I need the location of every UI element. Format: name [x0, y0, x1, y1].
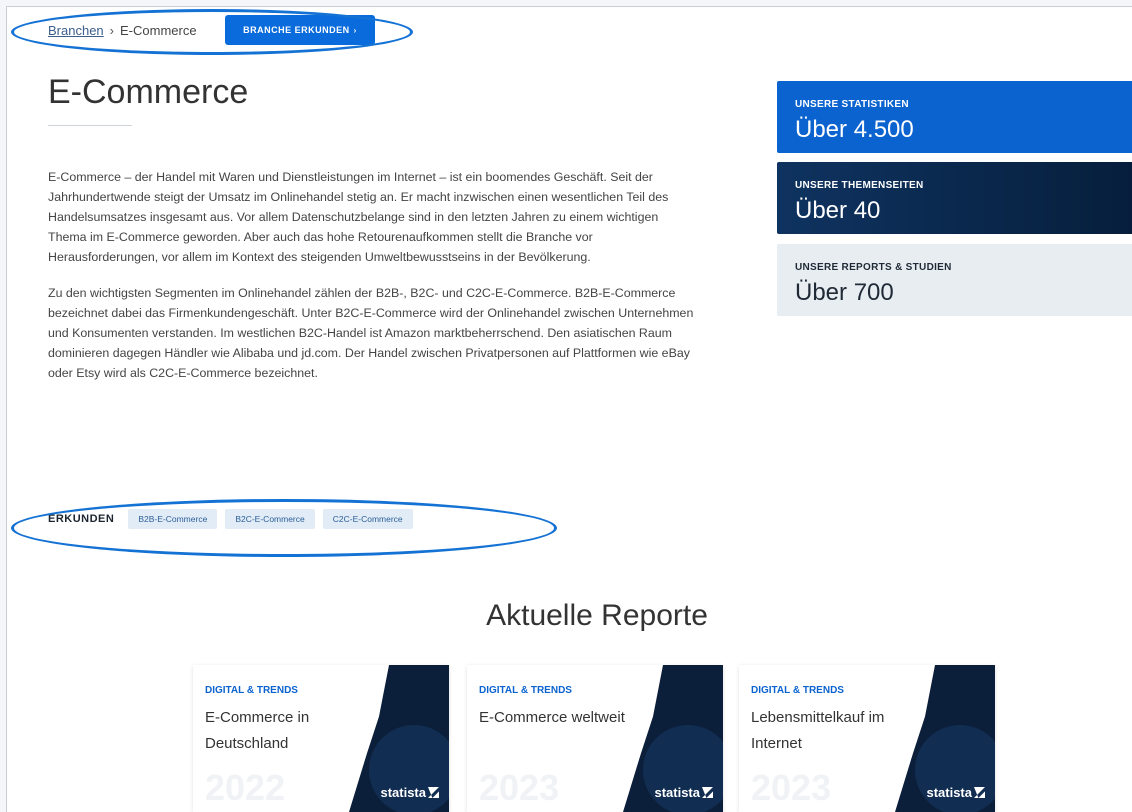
brand-label: statista: [654, 785, 700, 800]
breadcrumb-separator: ›: [109, 23, 114, 38]
report-title: E-Commerce in Deutschland: [205, 709, 310, 752]
stat-value: Über 700: [795, 279, 894, 306]
stat-label: UNSERE REPORTS & STUDIEN: [795, 262, 952, 273]
brand-label: statista: [926, 785, 972, 800]
report-year: 2023: [479, 767, 560, 808]
chip-b2b-e-commerce[interactable]: B2B-E-Commerce: [128, 509, 218, 529]
chip-b2c-e-commerce[interactable]: B2C-E-Commerce: [225, 509, 315, 529]
title-divider: [48, 125, 132, 126]
intro-text: E-Commerce – der Handel mit Waren und Di…: [48, 167, 698, 399]
branche-erkunden-button[interactable]: BRANCHE ERKUNDEN ›: [225, 15, 375, 45]
stat-value: Über 4.500: [795, 116, 914, 143]
stat-value: Über 40: [795, 197, 881, 224]
report-card-lebensmittelkauf[interactable]: DIGITAL & TRENDS Lebensmittelkauf im Int…: [739, 665, 995, 812]
statista-logo: statista: [654, 785, 713, 800]
reports-section-title: Aktuelle Reporte: [486, 599, 708, 632]
report-category: DIGITAL & TRENDS: [205, 685, 298, 696]
page-frame: Branchen › E-Commerce BRANCHE ERKUNDEN ›…: [6, 6, 1132, 812]
report-category: DIGITAL & TRENDS: [479, 685, 572, 696]
stat-card-themenseiten[interactable]: UNSERE THEMENSEITEN Über 40: [777, 162, 1132, 234]
chip-c2c-e-commerce[interactable]: C2C-E-Commerce: [322, 509, 413, 529]
intro-paragraph-2: Zu den wichtigsten Segmenten im Onlineha…: [48, 286, 694, 380]
statista-mark-icon: [702, 787, 713, 798]
page-title: E-Commerce: [48, 73, 249, 111]
stat-label: UNSERE THEMENSEITEN: [795, 180, 924, 191]
explore-label: ERKUNDEN: [48, 513, 115, 525]
stat-card-reports[interactable]: UNSERE REPORTS & STUDIEN Über 700: [777, 244, 1132, 316]
report-title: Lebensmittelkauf im Internet: [751, 709, 885, 752]
report-category: DIGITAL & TRENDS: [751, 685, 844, 696]
report-card-e-commerce-weltweit[interactable]: DIGITAL & TRENDS E-Commerce weltweit 202…: [467, 665, 723, 812]
intro-paragraph-1: E-Commerce – der Handel mit Waren und Di…: [48, 170, 669, 264]
statista-mark-icon: [428, 787, 439, 798]
brand-label: statista: [380, 785, 426, 800]
statista-logo: statista: [926, 785, 985, 800]
breadcrumb: Branchen › E-Commerce: [48, 23, 197, 38]
stat-label: UNSERE STATISTIKEN: [795, 99, 909, 110]
branche-erkunden-label: BRANCHE ERKUNDEN: [243, 25, 350, 35]
breadcrumb-link-branchen[interactable]: Branchen: [48, 23, 104, 38]
statista-logo: statista: [380, 785, 439, 800]
stat-card-statistiken[interactable]: UNSERE STATISTIKEN Über 4.500: [777, 81, 1132, 153]
report-card-e-commerce-deutschland[interactable]: DIGITAL & TRENDS E-Commerce in Deutschla…: [193, 665, 449, 812]
statista-mark-icon: [974, 787, 985, 798]
breadcrumb-current: E-Commerce: [120, 23, 197, 38]
explore-bar: ERKUNDEN B2B-E-Commerce B2C-E-Commerce C…: [48, 509, 421, 529]
report-year: 2023: [751, 767, 832, 808]
report-title: E-Commerce weltweit: [479, 709, 625, 726]
report-year: 2022: [205, 767, 286, 808]
chevron-right-icon: ›: [353, 25, 357, 35]
